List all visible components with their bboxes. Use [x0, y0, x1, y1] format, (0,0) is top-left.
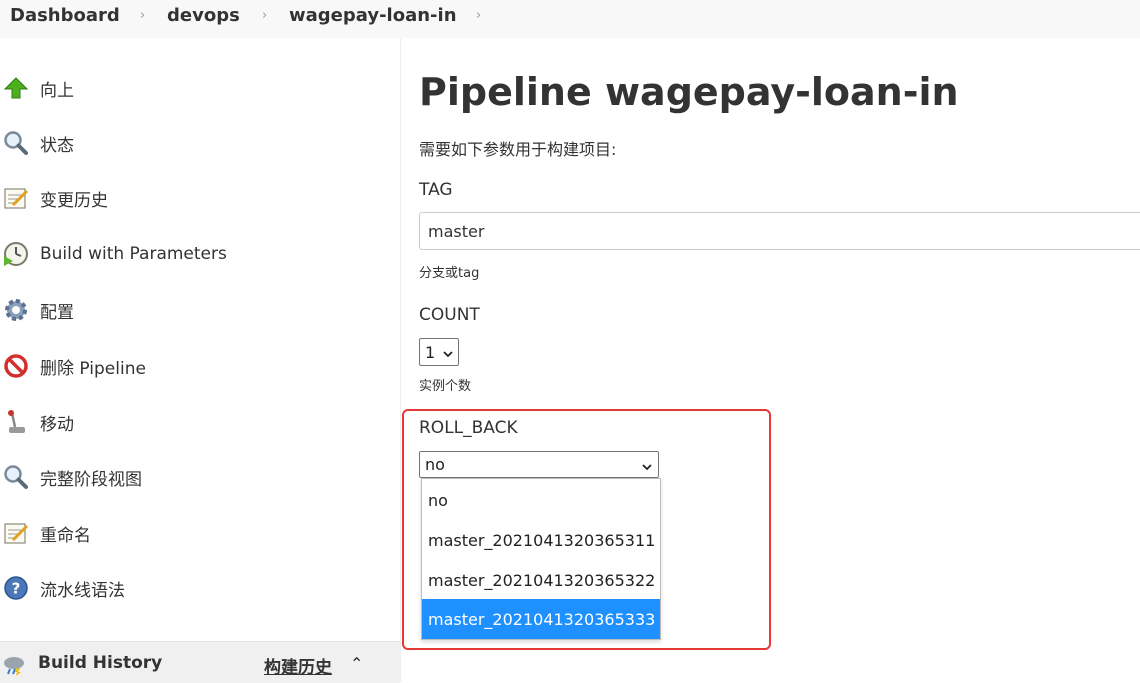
sidebar-item-configure[interactable]: 配置 [0, 288, 398, 332]
sidebar-item-rename[interactable]: 重命名 [0, 511, 398, 555]
roll-back-select-value: no [425, 455, 445, 474]
collapse-chevron-icon[interactable]: ⌃ [350, 654, 363, 673]
gear-icon [2, 296, 30, 324]
magnifier-icon [2, 463, 30, 491]
chevron-down-icon [641, 458, 653, 477]
sidebar-item-up[interactable]: 向上 [0, 66, 398, 110]
sidebar-item-label: 完整阶段视图 [40, 469, 142, 490]
sidebar: 向上 状态 变更历史 Build with Parameters 配置 删除 P… [0, 38, 400, 683]
build-history-panel: Build History 构建历史 ⌃ [0, 641, 400, 683]
up-arrow-icon [2, 74, 30, 102]
tag-input[interactable] [419, 212, 1140, 250]
sidebar-item-label: 流水线语法 [40, 580, 125, 601]
clock-play-icon [2, 240, 30, 268]
sidebar-item-label: 状态 [40, 135, 74, 156]
sidebar-item-delete-pipeline[interactable]: 删除 Pipeline [0, 344, 398, 388]
intro-text: 需要如下参数用于构建项目: [419, 140, 617, 159]
sidebar-item-move[interactable]: 移动 [0, 400, 398, 444]
weather-icon [2, 652, 26, 680]
sidebar-item-label: 移动 [40, 414, 74, 435]
sidebar-item-label: 重命名 [40, 525, 91, 546]
count-help-text: 实例个数 [419, 379, 472, 394]
count-select-value: 1 [425, 342, 436, 362]
breadcrumb-separator-icon[interactable]: › [476, 8, 481, 23]
roll-back-param-name: ROLL_BACK [419, 418, 518, 438]
roll-back-dropdown: no master_2021041320365311 master_202104… [421, 478, 661, 640]
sidebar-item-label: 配置 [40, 302, 74, 323]
breadcrumb-job[interactable]: wagepay-loan-in [289, 5, 457, 26]
tag-help-text: 分支或tag [419, 266, 480, 281]
breadcrumb-devops[interactable]: devops [167, 5, 240, 26]
sidebar-item-pipeline-syntax[interactable]: ? 流水线语法 [0, 566, 398, 610]
dropdown-option[interactable]: master_2021041320365322 [422, 560, 660, 600]
page-title: Pipeline wagepay-loan-in [419, 70, 959, 114]
sidebar-item-status[interactable]: 状态 [0, 121, 398, 165]
joystick-icon [2, 408, 30, 436]
build-history-title: Build History [38, 653, 163, 673]
help-icon: ? [2, 574, 30, 602]
dropdown-option[interactable]: no [422, 480, 660, 520]
sidebar-item-label: 向上 [40, 80, 74, 101]
no-entry-icon [2, 352, 30, 380]
roll-back-select[interactable]: no [419, 451, 659, 478]
sidebar-item-label: Build with Parameters [40, 244, 227, 264]
magnifier-icon [2, 129, 30, 157]
svg-text:?: ? [12, 580, 21, 598]
breadcrumb: Dashboard › devops › wagepay-loan-in › [0, 0, 1140, 38]
chevron-down-icon [442, 345, 454, 364]
build-history-link[interactable]: 构建历史 [264, 653, 332, 678]
dropdown-option[interactable]: master_2021041320365311 [422, 520, 660, 560]
count-param-name: COUNT [419, 305, 480, 325]
notepad-icon [2, 184, 30, 212]
sidebar-item-label: 删除 Pipeline [40, 358, 146, 379]
main-content: Pipeline wagepay-loan-in 需要如下参数用于构建项目: T… [400, 38, 1140, 682]
breadcrumb-separator-icon[interactable]: › [262, 8, 267, 23]
count-select[interactable]: 1 [419, 338, 459, 366]
sidebar-item-changes[interactable]: 变更历史 [0, 176, 398, 220]
tag-param-name: TAG [419, 180, 453, 200]
breadcrumb-separator-icon[interactable]: › [140, 8, 145, 23]
dropdown-option-highlighted[interactable]: master_2021041320365333 [422, 599, 660, 639]
sidebar-item-build-with-parameters[interactable]: Build with Parameters [0, 232, 398, 276]
breadcrumb-dashboard[interactable]: Dashboard [10, 5, 120, 26]
sidebar-item-full-stage-view[interactable]: 完整阶段视图 [0, 455, 398, 499]
sidebar-item-label: 变更历史 [40, 190, 108, 211]
notepad-icon [2, 519, 30, 547]
